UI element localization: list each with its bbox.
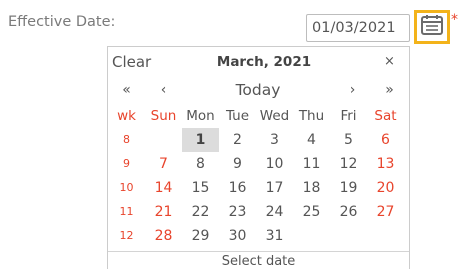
day-cell[interactable]: 24: [256, 200, 293, 224]
required-marker: *: [451, 12, 458, 28]
month-title: March, 2021: [216, 54, 312, 70]
day-cell[interactable]: 25: [293, 200, 330, 224]
day-cell[interactable]: 30: [219, 224, 256, 248]
day-cell[interactable]: 8: [182, 152, 219, 176]
week-number-header: wk: [117, 108, 136, 124]
week-number: 9: [123, 157, 130, 170]
weekday-label: Mon: [186, 108, 215, 124]
week-row: 8 123456: [108, 128, 409, 152]
day-cell[interactable]: 23: [219, 200, 256, 224]
week-number: 10: [119, 181, 134, 194]
day-cell[interactable]: 11: [293, 152, 330, 176]
calendar-button[interactable]: [414, 10, 450, 44]
day-cell[interactable]: 26: [330, 200, 367, 224]
day-cell[interactable]: 16: [219, 176, 256, 200]
prev-year-button[interactable]: «: [108, 77, 145, 103]
close-button[interactable]: ×: [370, 48, 409, 76]
day-cell[interactable]: 29: [182, 224, 219, 248]
weekday-header: wk Sun Mon Tue Wed Thu Fri Sat: [108, 104, 409, 128]
day-cell[interactable]: 5: [330, 128, 367, 152]
day-cell[interactable]: 20: [367, 176, 404, 200]
week-row: 10 14 15 16 17 18 19 20: [108, 176, 409, 200]
day-cell[interactable]: 2: [219, 128, 256, 152]
day-cell[interactable]: 9: [219, 152, 256, 176]
week-row: 11 21 22 23 24 25 26 27: [108, 200, 409, 224]
day-cell[interactable]: 21: [145, 200, 182, 224]
day-cell[interactable]: 18: [293, 176, 330, 200]
week-number: 8: [123, 133, 130, 146]
datepicker-nav: « ‹ Today › »: [108, 77, 409, 103]
day-cell[interactable]: 13: [367, 152, 404, 176]
next-month-button[interactable]: ›: [334, 77, 371, 103]
weekday-label: Sun: [150, 108, 177, 124]
day-cell[interactable]: 7: [145, 152, 182, 176]
day-cell[interactable]: 14: [145, 176, 182, 200]
datepicker-popup: Clear March, 2021 × « ‹ Today › » wk Sun M…: [107, 46, 410, 269]
day-cell[interactable]: 10: [256, 152, 293, 176]
effective-date-input[interactable]: [306, 14, 410, 42]
week-row: 12 28 29 30 31: [108, 224, 409, 248]
prev-month-button[interactable]: ‹: [145, 77, 182, 103]
week-number: 12: [119, 229, 134, 242]
empty-day-cell: [293, 224, 330, 248]
day-cell[interactable]: 28: [145, 224, 182, 248]
calendar-icon: [420, 14, 444, 40]
select-date-footer: Select date: [108, 251, 409, 271]
day-cell[interactable]: 17: [256, 176, 293, 200]
week-number: 11: [119, 205, 134, 218]
day-cell[interactable]: 22: [182, 200, 219, 224]
day-cell[interactable]: 31: [256, 224, 293, 248]
empty-day-cell: [145, 128, 182, 152]
day-cell[interactable]: 27: [367, 200, 404, 224]
day-cell[interactable]: 12: [330, 152, 367, 176]
day-cell[interactable]: 4: [293, 128, 330, 152]
day-cell[interactable]: 6: [367, 128, 404, 152]
next-year-button[interactable]: »: [371, 77, 408, 103]
day-cell[interactable]: 3: [256, 128, 293, 152]
empty-day-cell: [367, 224, 404, 248]
weekday-label: Tue: [225, 108, 250, 124]
weekday-label: Thu: [298, 108, 325, 124]
weekday-label: Wed: [259, 108, 290, 124]
day-cell[interactable]: 15: [182, 176, 219, 200]
day-cell[interactable]: 19: [330, 176, 367, 200]
selected-day-cell[interactable]: 1: [182, 128, 219, 152]
weekday-label: Sat: [374, 108, 397, 124]
empty-day-cell: [330, 224, 367, 248]
datepicker-header: Clear March, 2021 ×: [108, 48, 409, 76]
today-button[interactable]: Today: [182, 77, 334, 103]
effective-date-label: Effective Date:: [8, 14, 116, 30]
weekday-label: Fri: [340, 108, 357, 124]
clear-button[interactable]: Clear: [108, 48, 158, 76]
week-row: 9 7 8 9 10 11 12 13: [108, 152, 409, 176]
